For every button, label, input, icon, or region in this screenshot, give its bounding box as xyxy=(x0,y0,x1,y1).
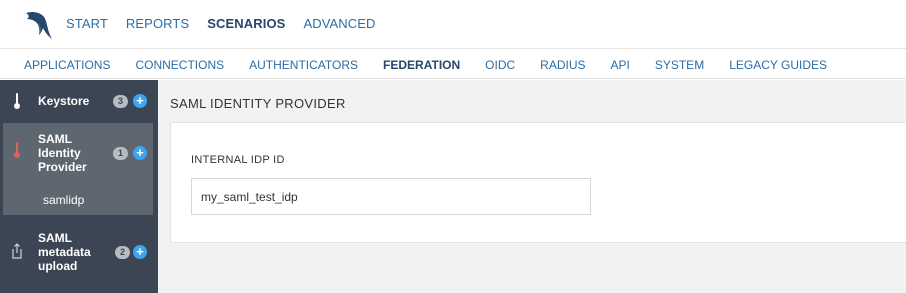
internal-idp-id-label: INTERNAL IDP ID xyxy=(191,154,285,166)
internal-idp-id-input[interactable] xyxy=(191,178,591,215)
sub-nav-oidc[interactable]: OIDC xyxy=(485,58,515,72)
settings-panel: INTERNAL IDP ID xyxy=(170,122,906,243)
sub-nav-api[interactable]: API xyxy=(611,58,630,72)
sub-nav-authenticators[interactable]: AUTHENTICATORS xyxy=(249,58,358,72)
sub-nav-federation[interactable]: FEDERATION xyxy=(383,58,460,72)
bird-logo-icon[interactable] xyxy=(24,9,54,41)
sidebar-item-saml-metadata-upload[interactable]: SAML metadata upload 2 + xyxy=(0,220,158,293)
sidebar-item-saml-identity-provider[interactable]: SAML Identity Provider 1 + samlidp xyxy=(3,123,153,215)
sub-nav-system[interactable]: SYSTEM xyxy=(655,58,704,72)
count-badge: 3 xyxy=(113,95,128,108)
top-nav-scenarios[interactable]: SCENARIOS xyxy=(207,16,285,31)
top-navigation-bar: START REPORTS SCENARIOS ADVANCED xyxy=(0,0,906,49)
sidebar-item-keystore[interactable]: Keystore 3 + xyxy=(0,80,158,122)
sub-nav-applications[interactable]: APPLICATIONS xyxy=(24,58,110,72)
sub-nav-radius[interactable]: RADIUS xyxy=(540,58,585,72)
sub-nav: APPLICATIONS CONNECTIONS AUTHENTICATORS … xyxy=(24,58,852,72)
sub-nav-connections[interactable]: CONNECTIONS xyxy=(135,58,224,72)
page-title: SAML IDENTITY PROVIDER xyxy=(170,96,346,111)
thermometer-icon xyxy=(14,93,20,109)
add-keystore-button[interactable]: + xyxy=(133,94,147,108)
top-nav-start[interactable]: START xyxy=(66,16,108,31)
sidebar-item-label: Keystore xyxy=(38,94,90,108)
count-badge: 1 xyxy=(113,147,128,160)
top-nav: START REPORTS SCENARIOS ADVANCED xyxy=(66,16,394,31)
upload-icon xyxy=(12,243,22,259)
add-saml-idp-button[interactable]: + xyxy=(133,146,147,160)
thermometer-icon xyxy=(14,142,20,158)
count-badge: 2 xyxy=(115,246,130,259)
sub-nav-legacy-guides[interactable]: LEGACY GUIDES xyxy=(729,58,827,72)
sidebar-item-label: SAML metadata upload xyxy=(38,231,91,273)
sidebar: Keystore 3 + SAML Identity Provider 1 + … xyxy=(0,80,158,293)
top-nav-advanced[interactable]: ADVANCED xyxy=(303,16,375,31)
sidebar-item-label: SAML Identity Provider xyxy=(38,132,87,174)
sidebar-subitem-samlidp[interactable]: samlidp xyxy=(43,193,84,207)
main-content: SAML IDENTITY PROVIDER INTERNAL IDP ID xyxy=(158,80,906,293)
top-nav-reports[interactable]: REPORTS xyxy=(126,16,189,31)
add-saml-metadata-button[interactable]: + xyxy=(133,245,147,259)
sub-navigation-bar: APPLICATIONS CONNECTIONS AUTHENTICATORS … xyxy=(0,49,906,79)
